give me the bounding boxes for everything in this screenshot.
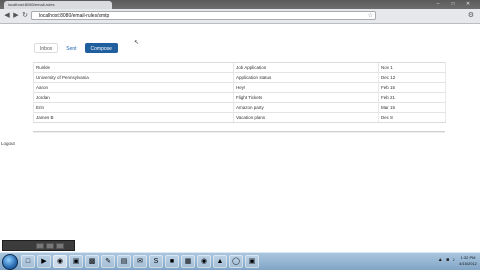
subject-cell[interactable]: Application status bbox=[233, 72, 379, 83]
date-cell: Dec 8 bbox=[378, 112, 446, 123]
close-icon[interactable]: ✕ bbox=[462, 1, 474, 7]
browser-tab-strip: localhost:8080/email-rules – □ ✕ bbox=[0, 0, 480, 9]
record-icon[interactable] bbox=[36, 243, 44, 249]
mail-icon[interactable]: ✉ bbox=[133, 255, 147, 268]
arrow-right-icon[interactable]: ▶ bbox=[12, 12, 20, 20]
subject-cell[interactable]: Hey! bbox=[233, 82, 379, 93]
wrench-icon[interactable]: ⚙ bbox=[468, 12, 474, 20]
pause-icon[interactable] bbox=[46, 243, 54, 249]
tab-compose[interactable]: Compose bbox=[84, 43, 118, 53]
explorer-icon[interactable]: □ bbox=[21, 255, 35, 268]
subject-cell[interactable]: Vacation plans bbox=[233, 112, 379, 123]
screen: localhost:8080/email-rules – □ ✕ ◀ ▶ ↻ l… bbox=[0, 0, 480, 270]
mail-tabs: Inbox Sent Compose bbox=[34, 43, 118, 53]
address-text: localhost:8080/email-rules/smtp bbox=[39, 13, 110, 19]
logout-link[interactable]: Logout bbox=[1, 141, 15, 146]
sender-cell: Erin bbox=[33, 102, 234, 113]
table-row[interactable]: Erin Amazon party Mar 15 bbox=[33, 102, 446, 113]
tab-inbox[interactable]: Inbox bbox=[34, 43, 59, 53]
sender-cell: University of Pennsylvania bbox=[33, 72, 234, 83]
browser-toolbar: ◀ ▶ ↻ localhost:8080/email-rules/smtp ☆ … bbox=[0, 9, 480, 24]
table-row[interactable]: University of Pennsylvania Application s… bbox=[33, 72, 446, 83]
clock[interactable]: 1:32 PM 4/15/2012 bbox=[458, 255, 478, 267]
firefox-icon[interactable]: ◉ bbox=[197, 255, 211, 268]
date-cell: Mar 15 bbox=[378, 102, 446, 113]
table-row[interactable]: Jordan Flight Tickets Feb 21 bbox=[33, 92, 446, 103]
network-icon[interactable]: ■ bbox=[165, 255, 179, 268]
address-bar[interactable]: localhost:8080/email-rules/smtp ☆ bbox=[31, 11, 376, 20]
mouse-pointer-icon: ↖ bbox=[134, 40, 140, 46]
date-cell: Dec 12 bbox=[378, 72, 446, 83]
terminal-icon[interactable]: ▩ bbox=[85, 255, 99, 268]
maximize-icon[interactable]: □ bbox=[447, 1, 459, 7]
arrow-left-icon[interactable]: ◀ bbox=[3, 12, 11, 20]
editor-icon[interactable]: ✎ bbox=[101, 255, 115, 268]
inbox-table: Runkle Job Application Nov 1 University … bbox=[33, 62, 446, 123]
skype-icon[interactable]: S bbox=[149, 255, 163, 268]
start-button[interactable] bbox=[2, 254, 18, 270]
clock-date: 4/15/2012 bbox=[459, 261, 477, 266]
table-row[interactable]: Aaron Hey! Feb 15 bbox=[33, 82, 446, 93]
recorder-widget[interactable] bbox=[2, 240, 75, 251]
media-player-icon[interactable]: ▶ bbox=[37, 255, 51, 268]
gimp-icon[interactable]: ▲ bbox=[213, 255, 227, 268]
taskbar: □ ▶ ◉ ▣ ▩ ✎ ▤ ✉ S ■ ▦ ◉ ▲ ◯ ▣ ▲ ■ ♪ 1:32… bbox=[0, 252, 480, 270]
screen-capture-icon[interactable]: ▣ bbox=[245, 255, 259, 268]
system-tray[interactable]: ▲ ■ ♪ bbox=[438, 257, 456, 263]
subject-cell[interactable]: Amazon party bbox=[233, 102, 379, 113]
folder-icon[interactable]: ▣ bbox=[69, 255, 83, 268]
sender-cell: Aaron bbox=[33, 82, 234, 93]
sender-cell: Runkle bbox=[33, 62, 234, 73]
paint-icon[interactable]: ▤ bbox=[117, 255, 131, 268]
star-icon[interactable]: ☆ bbox=[368, 12, 373, 20]
minimize-icon[interactable]: – bbox=[432, 1, 444, 7]
tab-sent[interactable]: Sent bbox=[60, 43, 82, 53]
sender-cell: Jordan bbox=[33, 92, 234, 103]
subject-cell[interactable]: Job Application bbox=[233, 62, 379, 73]
browser-tab[interactable]: localhost:8080/email-rules bbox=[4, 1, 112, 9]
date-cell: Feb 21 bbox=[378, 92, 446, 103]
chrome-icon[interactable]: ◉ bbox=[53, 255, 67, 268]
divider bbox=[33, 131, 445, 132]
page-content: Inbox Sent Compose ↖ Runkle Job Applicat… bbox=[0, 24, 480, 239]
subject-cell[interactable]: Flight Tickets bbox=[233, 92, 379, 103]
date-cell: Feb 15 bbox=[378, 82, 446, 93]
calculator-icon[interactable]: ▦ bbox=[181, 255, 195, 268]
stop-icon[interactable] bbox=[56, 243, 64, 249]
reload-icon[interactable]: ↻ bbox=[21, 12, 29, 20]
date-cell: Nov 1 bbox=[378, 62, 446, 73]
table-row[interactable]: James B Vacation plans Dec 8 bbox=[33, 112, 446, 123]
sender-cell: James B bbox=[33, 112, 234, 123]
media-icon[interactable]: ◯ bbox=[229, 255, 243, 268]
table-row[interactable]: Runkle Job Application Nov 1 bbox=[33, 62, 446, 73]
